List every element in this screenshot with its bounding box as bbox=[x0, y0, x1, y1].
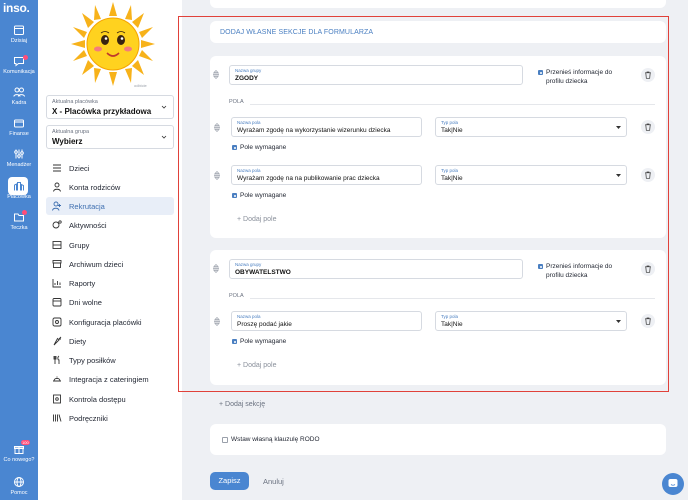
group-select-label: Aktualna grupa bbox=[52, 129, 89, 135]
group-select-value: Wybierz bbox=[52, 137, 83, 146]
calendar-icon bbox=[14, 25, 24, 35]
top-card-edge bbox=[210, 0, 666, 8]
wallet-icon bbox=[14, 119, 24, 128]
facility-select-value: X - Placówka przykładowa bbox=[52, 107, 152, 116]
lock-icon bbox=[53, 394, 61, 404]
menu-item-label: Konfiguracja placówki bbox=[69, 317, 142, 327]
people-icon bbox=[13, 87, 25, 97]
menu-item-label: Kontrola dostępu bbox=[69, 394, 126, 404]
user-icon bbox=[53, 182, 61, 192]
rail-item-kadra[interactable]: Kadra bbox=[0, 86, 38, 106]
rail-item-pomoc[interactable]: Pomoc bbox=[0, 476, 38, 496]
meal-icon bbox=[53, 355, 60, 364]
photo-caption: odbicie bbox=[134, 83, 147, 88]
menu-item-label: Integracja z cateringiem bbox=[69, 374, 149, 384]
archive-icon bbox=[52, 260, 62, 268]
rodo-label: Wstaw własną klauzulę RODO bbox=[231, 436, 320, 443]
chevron-down-icon bbox=[161, 105, 167, 109]
globe-icon bbox=[14, 477, 24, 487]
sun-avatar-image bbox=[71, 2, 155, 86]
menu-item-diety[interactable]: Diety bbox=[46, 332, 174, 350]
rail-item-placowka[interactable]: Placówka bbox=[0, 177, 38, 200]
chat-widget-button[interactable] bbox=[662, 473, 684, 495]
grid-icon bbox=[52, 241, 62, 249]
sliders-icon bbox=[14, 149, 24, 159]
rail-item-finanse[interactable]: Finanse bbox=[0, 117, 38, 137]
rail-label: Pomoc bbox=[10, 490, 28, 496]
new-badge: 100 bbox=[21, 440, 30, 445]
settings-icon bbox=[52, 317, 62, 327]
rail-item-komunikacja[interactable]: Komunikacja bbox=[0, 55, 38, 75]
add-section-button[interactable]: + Dodaj sekcję bbox=[219, 401, 265, 408]
menu-item-dzieci[interactable]: Dzieci bbox=[46, 159, 174, 177]
rail-item-co-nowego[interactable]: 100 Co nowego? bbox=[0, 440, 38, 463]
rail-label: Finanse bbox=[9, 131, 29, 137]
save-button[interactable]: Zapisz bbox=[210, 472, 249, 490]
facility-select-label: Aktualna placówka bbox=[52, 99, 98, 105]
menu-item-raporty[interactable]: Raporty bbox=[46, 274, 174, 292]
menu-item-label: Podręczniki bbox=[69, 413, 108, 423]
menu-item-konfiguracja-placowki[interactable]: Konfiguracja placówki bbox=[46, 313, 174, 331]
cancel-button[interactable]: Anuluj bbox=[263, 477, 284, 486]
menu-item-podreczniki[interactable]: Podręczniki bbox=[46, 409, 174, 427]
calendar-icon bbox=[52, 298, 62, 307]
menu-item-label: Dni wolne bbox=[69, 297, 102, 307]
book-icon bbox=[53, 414, 62, 422]
menu-item-label: Konta rodziców bbox=[69, 182, 121, 192]
rail-label: Kadra bbox=[11, 100, 27, 106]
menu-item-label: Grupy bbox=[69, 240, 90, 250]
menu-item-aktywnosci[interactable]: Aktywności bbox=[46, 216, 174, 234]
highlight-frame bbox=[178, 16, 669, 392]
rail-item-teczka[interactable]: Teczka bbox=[0, 210, 38, 231]
menu-item-label: Archiwum dzieci bbox=[69, 259, 124, 269]
menu-item-label: Rekrutacja bbox=[69, 201, 105, 211]
menu-item-grupy[interactable]: Grupy bbox=[46, 236, 174, 254]
user-plus-icon bbox=[52, 201, 61, 211]
rail-item-dzisiaj[interactable]: Dzisiaj bbox=[0, 24, 38, 44]
rail-item-menadzer[interactable]: Menadżer bbox=[0, 148, 38, 168]
menu-item-typy-posilkow[interactable]: Typy posiłków bbox=[46, 351, 174, 369]
menu-item-label: Typy posiłków bbox=[69, 355, 116, 365]
building-icon bbox=[14, 182, 24, 191]
menu-item-kontrola-dostepu[interactable]: Kontrola dostępu bbox=[46, 390, 174, 408]
rail-label: Teczka bbox=[10, 225, 28, 231]
menu-item-dni-wolne[interactable]: Dni wolne bbox=[46, 293, 174, 311]
rail-label: Menadżer bbox=[6, 162, 32, 168]
menu-item-integracja-z-cateringiem[interactable]: Integracja z cateringiem bbox=[46, 370, 174, 388]
facility-sidebar: odbicie Aktualna placówka X - Placówka p… bbox=[38, 0, 182, 500]
rail-label: Komunikacja bbox=[3, 69, 35, 75]
menu-item-label: Dzieci bbox=[69, 163, 90, 173]
chevron-down-icon bbox=[161, 135, 167, 139]
app-logo: inso. bbox=[3, 1, 30, 15]
menu-item-konta-rodzicow[interactable]: Konta rodziców bbox=[46, 178, 174, 196]
facility-select[interactable]: Aktualna placówka X - Placówka przykłado… bbox=[46, 95, 174, 119]
rail-label: Dzisiaj bbox=[10, 38, 28, 44]
menu-item-archiwum-dzieci[interactable]: Archiwum dzieci bbox=[46, 255, 174, 273]
notification-badge bbox=[22, 210, 27, 215]
chat-bubble-icon bbox=[668, 479, 678, 487]
group-select[interactable]: Aktualna grupa Wybierz bbox=[46, 125, 174, 149]
menu-item-label: Diety bbox=[69, 336, 87, 346]
menu-item-rekrutacja[interactable]: Rekrutacja bbox=[46, 197, 174, 215]
rail-label: Co nowego? bbox=[3, 457, 35, 463]
list-icon bbox=[53, 164, 61, 172]
catering-icon bbox=[53, 376, 61, 382]
activity-icon bbox=[52, 220, 62, 229]
chart-icon bbox=[52, 279, 61, 288]
menu-item-label: Raporty bbox=[69, 278, 96, 288]
rodo-checkbox[interactable] bbox=[222, 437, 228, 443]
notification-badge bbox=[23, 55, 28, 60]
menu-item-label: Aktywności bbox=[69, 220, 107, 230]
app-rail: inso. Dzisiaj Komunikacja Kadra Finanse … bbox=[0, 0, 38, 500]
carrot-icon bbox=[53, 336, 62, 346]
